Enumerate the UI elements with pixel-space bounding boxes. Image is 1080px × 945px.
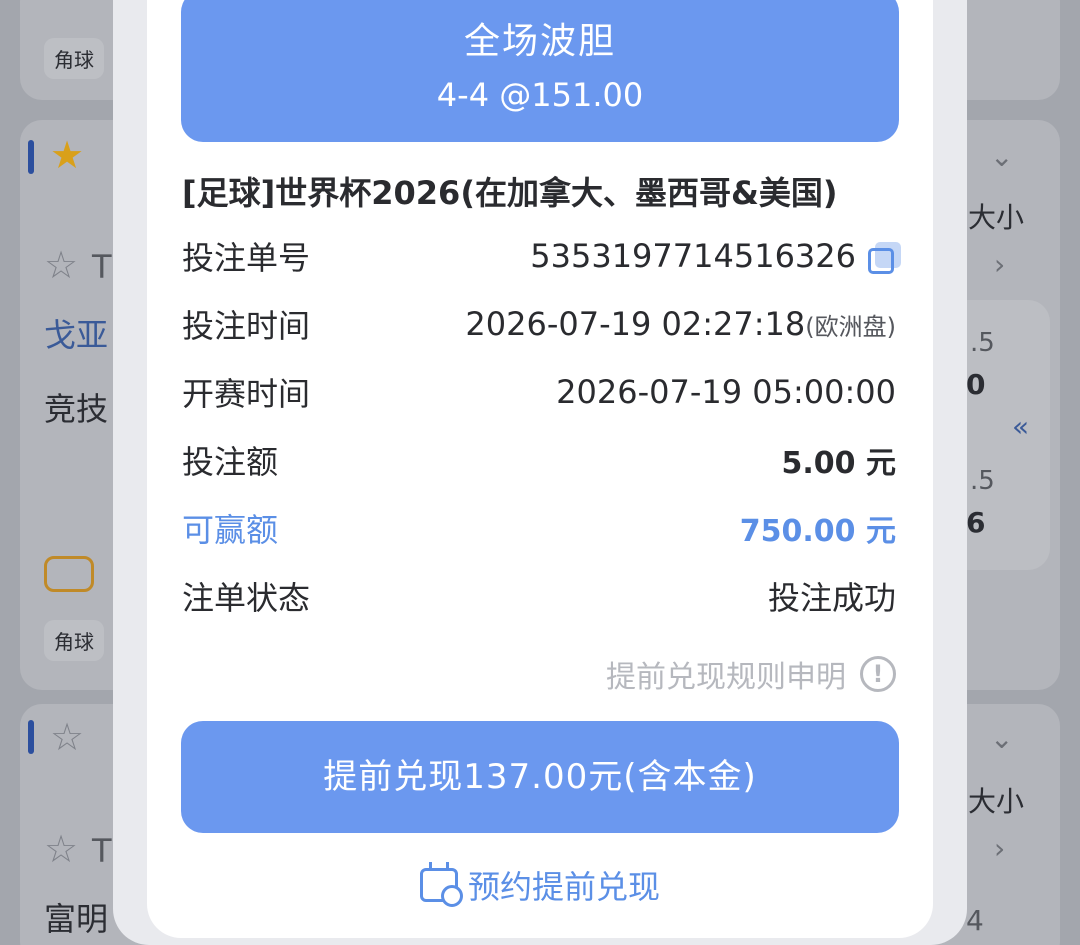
copy-icon[interactable] [868, 242, 901, 274]
bg-chip-corner-2[interactable]: 角球 [44, 620, 104, 661]
potential-win-row: 可赢额 750.00 元 [182, 504, 896, 552]
stake-label: 投注额 [182, 443, 279, 481]
bg-side-label: 大小 [968, 201, 1025, 234]
star-filled-icon[interactable]: ★ [50, 136, 84, 174]
chevron-down-icon[interactable]: ⌄ [990, 140, 1013, 173]
reserve-cashout-text: 预约提前兑现 [467, 868, 660, 906]
bet-banner: 全场波胆 4-4 @151.00 [181, 0, 899, 142]
chevron-down-icon[interactable]: ⌄ [990, 722, 1013, 755]
status-label: 注单状态 [182, 579, 311, 617]
stake-value: 5.00 元 [781, 446, 896, 481]
start-time-row: 开赛时间 2026-07-19 05:00:00 [182, 368, 896, 416]
bet-number-row: 投注单号 5353197714516326 [182, 232, 901, 280]
bg-odds-3: .5 [970, 466, 995, 496]
bg-odds-5: 4 [966, 904, 984, 937]
status-value: 投注成功 [767, 579, 896, 617]
bg-team-2: 竞技 [44, 390, 109, 428]
bet-time-row: 投注时间 2026-07-19 02:27:18 (欧洲盘) [182, 300, 896, 348]
double-chevron-left-icon[interactable]: « [1012, 410, 1029, 443]
start-time-value: 2026-07-19 05:00:00 [556, 373, 896, 411]
stats-icon[interactable] [44, 556, 94, 592]
bg-section-bar-2 [28, 720, 34, 754]
bet-number-label: 投注单号 [182, 239, 311, 277]
stake-row: 投注额 5.00 元 [182, 436, 896, 484]
bg-section-bar [28, 140, 34, 174]
cashout-rules-text: 提前兑现规则申明 [606, 660, 846, 695]
bet-time-label: 投注时间 [182, 307, 311, 345]
potential-win-value: 750.00 元 [739, 514, 896, 549]
bg-chip-corner[interactable]: 角球 [44, 38, 104, 79]
calendar-clock-icon [419, 862, 463, 907]
bg-team-1: 戈亚 [44, 316, 109, 354]
potential-win-label: 可赢额 [182, 511, 279, 549]
cashout-rules-link[interactable]: 提前兑现规则申明 ! [606, 652, 896, 696]
bg-odds-2: 0 [966, 368, 986, 401]
bet-number-value: 5353197714516326 [530, 237, 856, 275]
start-time-label: 开赛时间 [182, 375, 311, 413]
league-title: [足球]世界杯2026(在加拿大、墨西哥&美国) [182, 174, 838, 212]
market-title: 全场波胆 [463, 21, 616, 62]
status-row: 注单状态 投注成功 [182, 572, 896, 620]
info-icon: ! [860, 656, 896, 692]
bet-time-value: 2026-07-19 02:27:18 [465, 305, 806, 343]
selection-odds: 4-4 @151.00 [436, 76, 644, 114]
odds-format: (欧洲盘) [805, 312, 896, 341]
bg-side-label-2: 大小 [968, 785, 1025, 818]
bg-odds-1: .5 [970, 328, 995, 358]
reserve-cashout-link[interactable]: 预约提前兑现 [0, 862, 1080, 908]
chevron-right-icon[interactable]: › [994, 832, 1005, 865]
bg-odds-4: 6 [966, 506, 986, 539]
star-outline-icon[interactable]: ☆ [50, 718, 84, 756]
cashout-button[interactable]: 提前兑现137.00元(含本金) [181, 721, 899, 833]
bg-t-letter: T [92, 248, 112, 286]
chevron-right-icon[interactable]: › [994, 248, 1005, 281]
star-outline-icon[interactable]: ☆ [44, 246, 78, 284]
